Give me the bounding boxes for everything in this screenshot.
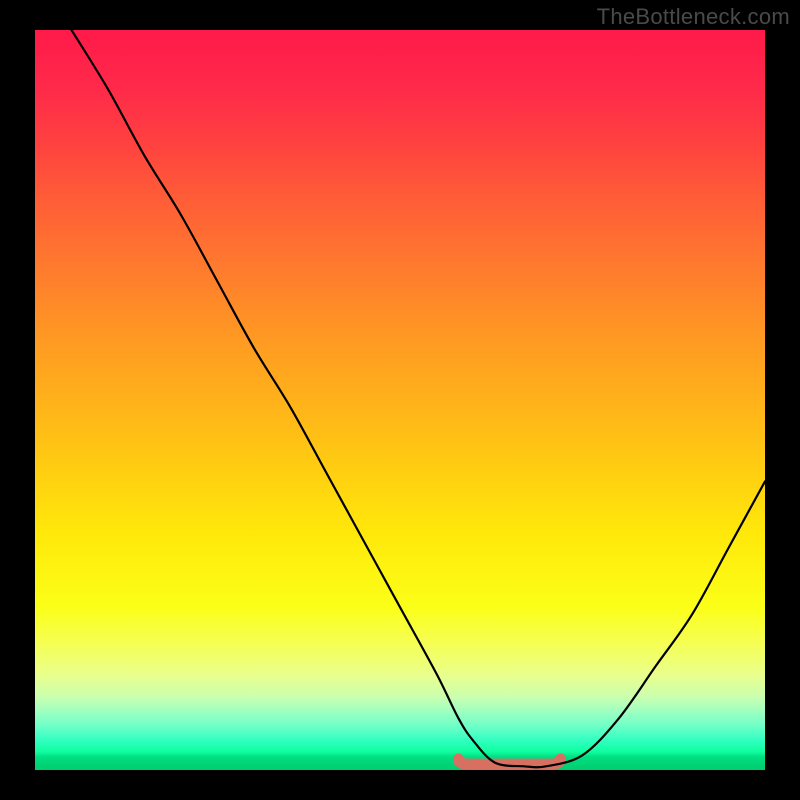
bottleneck-curve (35, 30, 765, 770)
watermark-text: TheBottleneck.com (597, 4, 790, 30)
plot-area (35, 30, 765, 770)
chart-frame: TheBottleneck.com (0, 0, 800, 800)
